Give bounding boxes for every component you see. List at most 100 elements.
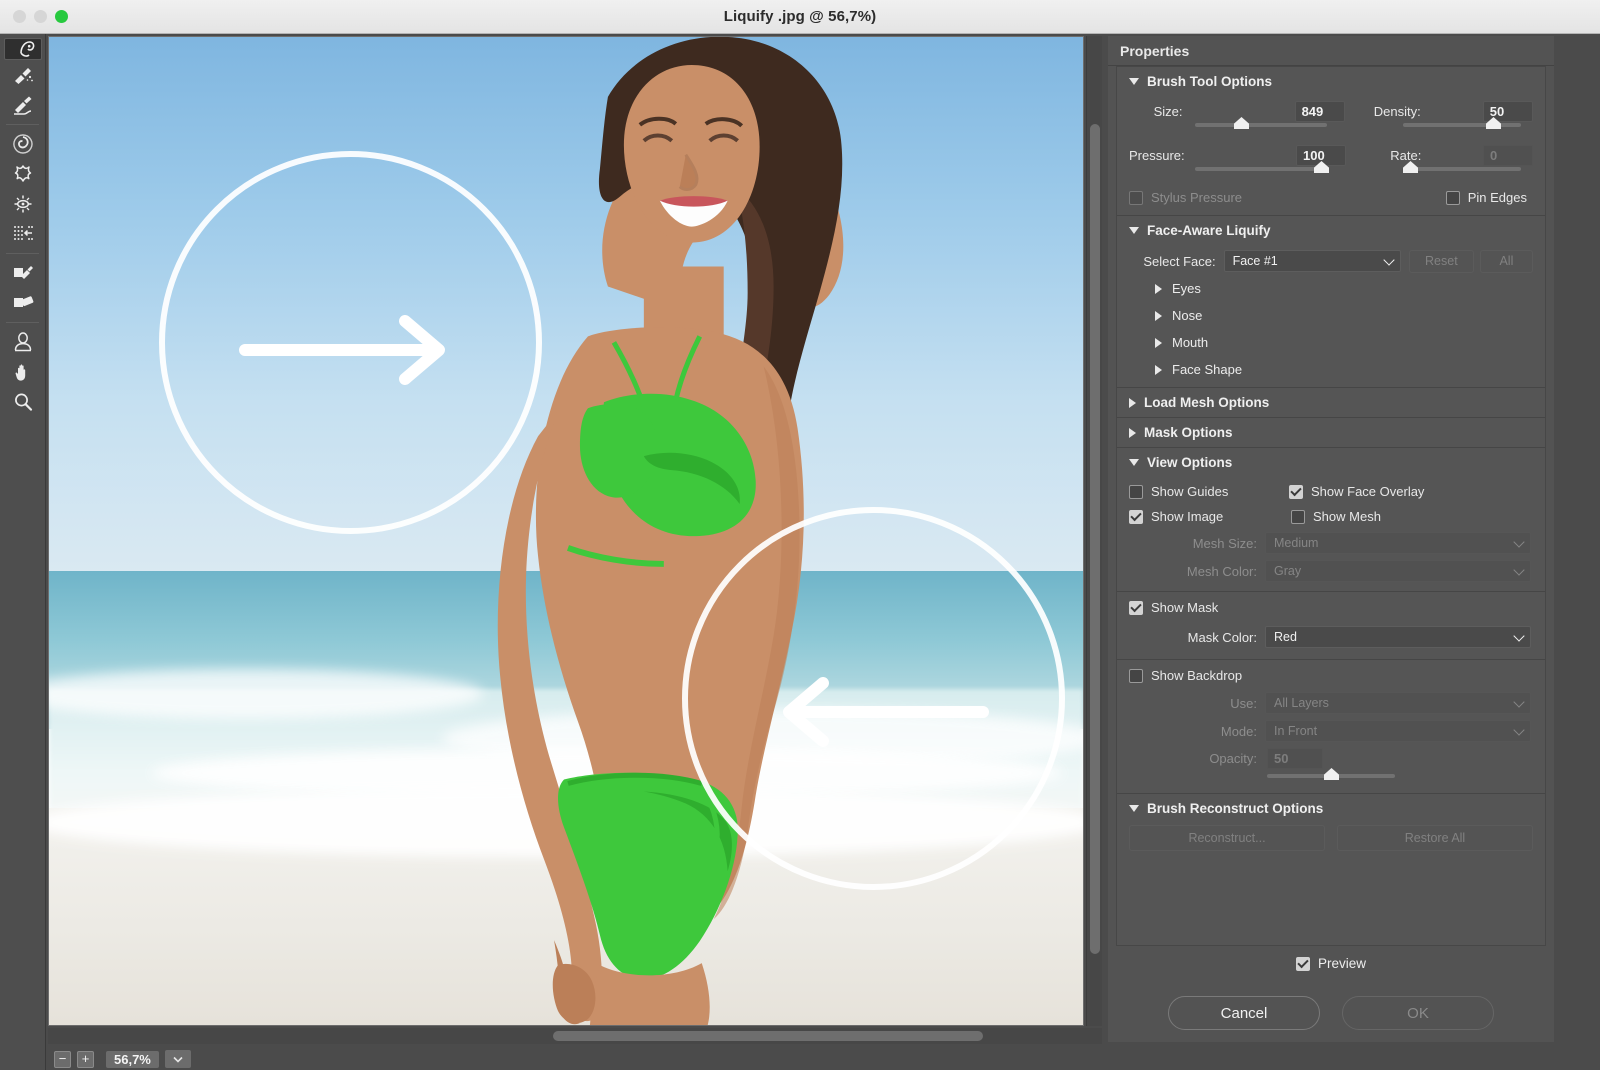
bloat-tool[interactable] xyxy=(4,189,42,219)
section-body-show-backdrop: Show Backdrop Use: All Layers Mode: In F… xyxy=(1117,660,1545,793)
disclosure-triangle-right-icon xyxy=(1155,283,1162,294)
restore-all-button[interactable]: Restore All xyxy=(1337,825,1533,851)
zoom-icon xyxy=(14,393,32,411)
select-face-dropdown[interactable]: Face #1 xyxy=(1223,250,1401,272)
thaw-mask-icon xyxy=(13,296,33,307)
section-header-face-aware-liquify[interactable]: Face-Aware Liquify xyxy=(1117,216,1545,245)
pin-edges-label: Pin Edges xyxy=(1467,190,1527,205)
tools-panel xyxy=(0,34,46,1070)
show-backdrop-checkbox[interactable] xyxy=(1129,668,1143,683)
subsection-eyes[interactable]: Eyes xyxy=(1129,275,1533,302)
properties-scroll-area[interactable]: Brush Tool Options Size: 849 Density: 50 xyxy=(1116,66,1546,946)
zoom-out-button[interactable]: − xyxy=(54,1050,71,1068)
show-image-checkbox-row[interactable]: Show Image xyxy=(1129,509,1289,524)
image-canvas[interactable] xyxy=(48,36,1084,1026)
subject-figure xyxy=(497,37,844,1025)
rate-slider[interactable] xyxy=(1403,161,1521,173)
show-mask-checkbox[interactable] xyxy=(1129,600,1143,615)
mesh-color-dropdown[interactable]: Gray xyxy=(1265,560,1531,582)
backdrop-use-dropdown[interactable]: All Layers xyxy=(1265,692,1531,714)
mesh-color-value: Gray xyxy=(1274,564,1302,578)
subsection-label: Nose xyxy=(1172,308,1203,323)
tool-separator xyxy=(6,253,39,254)
bloat-icon xyxy=(14,195,31,213)
cancel-button[interactable]: Cancel xyxy=(1168,996,1320,1030)
show-mask-label: Show Mask xyxy=(1151,600,1219,615)
section-mask-options: Mask Options xyxy=(1117,418,1545,448)
show-face-overlay-checkbox[interactable] xyxy=(1289,484,1303,499)
zoom-level-dropdown[interactable] xyxy=(164,1050,191,1068)
show-mesh-checkbox[interactable] xyxy=(1291,509,1305,524)
stylus-pressure-checkbox[interactable] xyxy=(1129,190,1143,205)
section-header-brush-tool-options[interactable]: Brush Tool Options xyxy=(1117,67,1545,96)
ok-button[interactable]: OK xyxy=(1342,996,1494,1030)
show-mesh-label: Show Mesh xyxy=(1313,509,1381,524)
backdrop-mode-dropdown[interactable]: In Front xyxy=(1265,720,1531,742)
reconstruct-button[interactable]: Reconstruct... xyxy=(1129,825,1325,851)
show-backdrop-checkbox-row[interactable]: Show Backdrop xyxy=(1129,668,1533,683)
mask-color-dropdown[interactable]: Red xyxy=(1265,626,1531,648)
size-slider[interactable] xyxy=(1195,117,1327,129)
face-reset-all-button[interactable]: All xyxy=(1479,249,1533,273)
show-mask-checkbox-row[interactable]: Show Mask xyxy=(1129,600,1533,615)
window-title: Liquify .jpg @ 56,7%) xyxy=(723,8,877,25)
zoom-in-button[interactable]: + xyxy=(77,1050,94,1068)
section-header-view-options[interactable]: View Options xyxy=(1117,448,1545,477)
show-backdrop-label: Show Backdrop xyxy=(1151,668,1243,683)
mask-color-label: Mask Color: xyxy=(1187,629,1257,645)
subsection-nose[interactable]: Nose xyxy=(1129,302,1533,329)
canvas-horizontal-scrollbar[interactable] xyxy=(48,1028,1102,1044)
subsection-face-shape[interactable]: Face Shape xyxy=(1129,356,1533,383)
section-header-brush-reconstruct-options[interactable]: Brush Reconstruct Options xyxy=(1117,794,1545,823)
push-left-tool[interactable] xyxy=(4,219,42,249)
forward-warp-tool[interactable] xyxy=(3,38,42,60)
dialog-buttons: Cancel OK xyxy=(1108,996,1554,1030)
tool-separator xyxy=(6,124,39,125)
section-header-load-mesh-options[interactable]: Load Mesh Options xyxy=(1117,388,1545,417)
pressure-slider[interactable] xyxy=(1195,161,1329,173)
vertical-scroll-thumb[interactable] xyxy=(1090,124,1100,954)
section-header-mask-options[interactable]: Mask Options xyxy=(1117,418,1545,447)
canvas-vertical-scrollbar[interactable] xyxy=(1086,36,1102,1026)
stylus-pressure-checkbox-row[interactable]: Stylus Pressure xyxy=(1129,190,1242,205)
backdrop-mode-label: Mode: xyxy=(1220,723,1257,739)
pin-edges-checkbox[interactable] xyxy=(1445,190,1460,205)
disclosure-triangle-right-icon xyxy=(1155,337,1162,348)
preview-checkbox[interactable] xyxy=(1295,956,1310,971)
pressure-label: Pressure: xyxy=(1129,147,1185,163)
show-mesh-checkbox-row[interactable]: Show Mesh xyxy=(1291,509,1381,524)
section-body-brush-tool-options: Size: 849 Density: 50 Pressure: 100 Rate… xyxy=(1117,96,1545,215)
size-value-field[interactable]: 849 xyxy=(1294,100,1345,122)
show-face-overlay-checkbox-row[interactable]: Show Face Overlay xyxy=(1289,484,1424,499)
zoom-tool[interactable] xyxy=(4,387,42,417)
pucker-icon xyxy=(14,165,31,182)
backdrop-opacity-slider-knob[interactable] xyxy=(1324,768,1339,780)
show-guides-checkbox[interactable] xyxy=(1129,484,1143,499)
rate-value-field[interactable]: 0 xyxy=(1483,144,1533,166)
density-slider[interactable] xyxy=(1403,117,1521,129)
backdrop-opacity-field[interactable]: 50 xyxy=(1267,747,1323,769)
section-brush-reconstruct-options: Brush Reconstruct Options Reconstruct...… xyxy=(1117,794,1545,861)
face-reset-button[interactable]: Reset xyxy=(1408,249,1474,273)
horizontal-scroll-thumb[interactable] xyxy=(553,1031,983,1041)
density-label: Density: xyxy=(1373,103,1421,119)
thaw-mask-tool[interactable] xyxy=(4,288,42,318)
reconstruct-tool[interactable] xyxy=(4,60,42,90)
pin-edges-checkbox-row[interactable]: Pin Edges xyxy=(1445,190,1527,205)
show-image-checkbox[interactable] xyxy=(1129,509,1143,524)
face-tool[interactable] xyxy=(4,327,42,357)
show-guides-checkbox-row[interactable]: Show Guides xyxy=(1129,484,1289,499)
backdrop-opacity-slider[interactable] xyxy=(1267,768,1395,780)
smooth-tool[interactable] xyxy=(4,90,42,120)
freeze-mask-tool[interactable] xyxy=(4,258,42,288)
size-slider-knob[interactable] xyxy=(1234,117,1249,129)
preview-row: Preview xyxy=(1108,956,1554,971)
rate-slider-knob[interactable] xyxy=(1403,161,1418,173)
hand-tool[interactable] xyxy=(4,357,42,387)
density-value-field[interactable]: 50 xyxy=(1482,100,1533,122)
pucker-tool[interactable] xyxy=(4,159,42,189)
subsection-mouth[interactable]: Mouth xyxy=(1129,329,1533,356)
twirl-clockwise-tool[interactable] xyxy=(4,129,42,159)
chevron-down-icon xyxy=(1513,564,1525,576)
mesh-size-dropdown[interactable]: Medium xyxy=(1265,532,1531,554)
